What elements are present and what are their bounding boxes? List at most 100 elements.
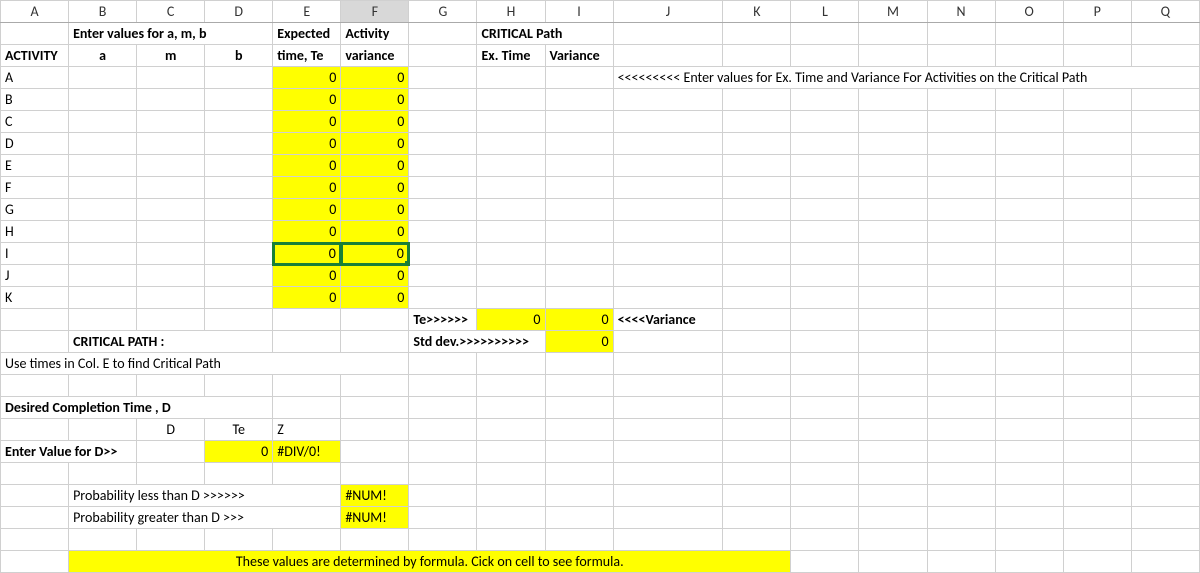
cell[interactable] xyxy=(137,177,205,199)
cell[interactable] xyxy=(1063,111,1131,133)
cell[interactable] xyxy=(477,111,545,133)
col-header-F[interactable]: F xyxy=(341,1,409,23)
cell[interactable] xyxy=(927,155,995,177)
cell[interactable] xyxy=(1131,155,1199,177)
cell[interactable] xyxy=(859,133,927,155)
var-cell[interactable]: 0 xyxy=(341,111,409,133)
cell[interactable] xyxy=(545,419,613,441)
cell[interactable] xyxy=(409,265,477,287)
cell[interactable] xyxy=(791,221,859,243)
cell[interactable] xyxy=(927,287,995,309)
cell[interactable] xyxy=(613,287,723,309)
cell[interactable] xyxy=(341,397,409,419)
cell[interactable] xyxy=(477,287,545,309)
cell[interactable] xyxy=(859,111,927,133)
cell[interactable] xyxy=(205,375,273,397)
cell[interactable] xyxy=(545,375,613,397)
cell[interactable] xyxy=(1063,265,1131,287)
te-label[interactable]: Te xyxy=(205,419,273,441)
cell[interactable] xyxy=(1,375,69,397)
cell[interactable] xyxy=(409,397,477,419)
z-label[interactable]: Z xyxy=(273,419,341,441)
cell[interactable] xyxy=(613,375,723,397)
cell[interactable] xyxy=(477,265,545,287)
cell[interactable] xyxy=(545,441,613,463)
cell[interactable] xyxy=(273,309,341,331)
cell[interactable] xyxy=(69,265,137,287)
activity-name[interactable]: I xyxy=(1,243,69,265)
cell[interactable] xyxy=(859,463,927,485)
cell[interactable] xyxy=(791,111,859,133)
cell[interactable] xyxy=(69,419,137,441)
cell[interactable] xyxy=(1131,309,1199,331)
cell[interactable] xyxy=(859,375,927,397)
cell[interactable] xyxy=(1,463,69,485)
cell[interactable] xyxy=(723,155,791,177)
col-header-A[interactable]: A xyxy=(1,1,69,23)
cell[interactable] xyxy=(791,45,859,67)
cell[interactable] xyxy=(137,463,205,485)
cell[interactable] xyxy=(205,199,273,221)
cell[interactable] xyxy=(409,177,477,199)
cell[interactable] xyxy=(995,45,1063,67)
cell[interactable] xyxy=(137,67,205,89)
cell[interactable] xyxy=(1131,45,1199,67)
cell[interactable] xyxy=(1131,111,1199,133)
cell[interactable] xyxy=(1131,551,1199,573)
cell[interactable] xyxy=(477,375,545,397)
critical-note-text[interactable]: Use times in Col. E to find Critical Pat… xyxy=(1,353,409,375)
cell[interactable] xyxy=(927,309,995,331)
cell[interactable] xyxy=(409,199,477,221)
te-cell[interactable]: 0 xyxy=(273,221,341,243)
col-header-C[interactable]: C xyxy=(137,1,205,23)
cell[interactable] xyxy=(137,243,205,265)
d-input-cell[interactable] xyxy=(137,441,205,463)
cell[interactable] xyxy=(613,221,723,243)
cell[interactable] xyxy=(409,221,477,243)
cell[interactable] xyxy=(791,529,859,551)
cell[interactable] xyxy=(545,89,613,111)
cell[interactable] xyxy=(477,221,545,243)
cell[interactable] xyxy=(137,375,205,397)
cell[interactable] xyxy=(859,441,927,463)
cell[interactable] xyxy=(1,419,69,441)
footer-note[interactable]: These values are determined by formula. … xyxy=(69,551,791,573)
cell[interactable] xyxy=(477,441,545,463)
cell[interactable] xyxy=(409,67,477,89)
var-sum-value[interactable]: 0 xyxy=(545,309,613,331)
cell[interactable] xyxy=(859,199,927,221)
cell[interactable] xyxy=(137,529,205,551)
activity-label[interactable]: Activity xyxy=(341,23,409,45)
cell[interactable] xyxy=(859,265,927,287)
cell[interactable] xyxy=(545,67,613,89)
te-sum-value[interactable]: 0 xyxy=(477,309,545,331)
cell[interactable] xyxy=(273,331,341,353)
var-cell[interactable]: 0 xyxy=(341,287,409,309)
cell[interactable] xyxy=(791,463,859,485)
cell[interactable] xyxy=(927,133,995,155)
cell[interactable] xyxy=(927,265,995,287)
cell[interactable] xyxy=(137,309,205,331)
cell[interactable] xyxy=(927,199,995,221)
cell[interactable] xyxy=(859,45,927,67)
cell[interactable] xyxy=(859,397,927,419)
cell[interactable] xyxy=(409,89,477,111)
b-label[interactable]: b xyxy=(205,45,273,67)
cell[interactable] xyxy=(613,485,723,507)
cell[interactable] xyxy=(205,177,273,199)
te-cell-selected[interactable]: 0 xyxy=(273,243,341,265)
cell[interactable] xyxy=(723,23,791,45)
cell[interactable] xyxy=(409,287,477,309)
cell[interactable] xyxy=(613,155,723,177)
enter-d-label[interactable]: Enter Value for D>> xyxy=(1,441,137,463)
cell[interactable] xyxy=(723,441,791,463)
cell[interactable] xyxy=(477,177,545,199)
cell[interactable] xyxy=(1,551,69,573)
cell[interactable] xyxy=(927,23,995,45)
cell[interactable] xyxy=(477,485,545,507)
cell[interactable] xyxy=(409,45,477,67)
cell[interactable] xyxy=(613,397,723,419)
cell[interactable] xyxy=(137,133,205,155)
cell[interactable] xyxy=(545,199,613,221)
cell[interactable] xyxy=(613,89,723,111)
